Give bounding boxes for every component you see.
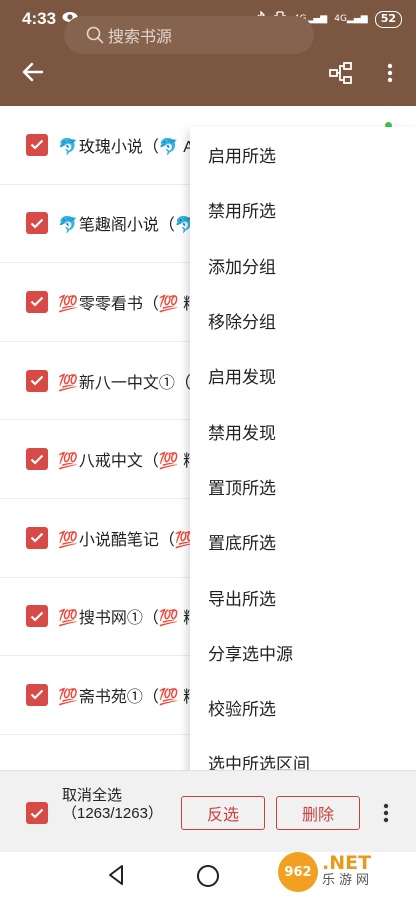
selection-action-menu: 启用所选 禁用所选 添加分组 移除分组 启用发现 禁用发现 置顶所选 置底所选 … [190, 127, 416, 792]
battery-icon: 52 [374, 10, 402, 28]
select-all-checkbox[interactable] [26, 802, 48, 824]
menu-item-add-group[interactable]: 添加分组 [190, 238, 416, 293]
group-button[interactable] [326, 58, 356, 88]
item-label: 💯新八一中文①（💯 [58, 369, 211, 393]
delete-button[interactable]: 删除 [276, 796, 360, 830]
item-checkbox[interactable] [26, 290, 48, 313]
dolphin-icon: 🐬 [58, 138, 78, 156]
item-label: 🐬笔趣阁小说（🐬 [58, 211, 195, 235]
menu-item-enable-selected[interactable]: 启用所选 [190, 127, 416, 182]
item-checkbox[interactable] [26, 526, 48, 549]
menu-item-share-selected[interactable]: 分享选中源 [190, 625, 416, 680]
item-label-text: 八戒中文（💯 精 [78, 453, 200, 471]
check-icon [30, 140, 44, 150]
network-label-2: 4G [334, 13, 347, 24]
hundred-points-icon: 💯 [58, 610, 78, 628]
item-checkbox[interactable] [26, 605, 48, 628]
item-label-text: 斋书苑①（💯 精 [78, 688, 200, 706]
item-checkbox[interactable] [26, 133, 48, 156]
menu-item-export-selected[interactable]: 导出所选 [190, 569, 416, 624]
menu-item-disable-explore[interactable]: 禁用发现 [190, 403, 416, 458]
search-placeholder: 搜索书源 [108, 29, 173, 46]
menu-item-enable-explore[interactable]: 启用发现 [190, 348, 416, 403]
item-label: 💯斋书苑①（💯 精 [58, 683, 199, 707]
check-icon [30, 611, 44, 622]
nav-home-icon[interactable] [197, 865, 219, 887]
back-button[interactable] [11, 50, 55, 94]
item-label: 💯搜书网①（💯 精 [58, 604, 199, 628]
dolphin-icon: 🐬 [58, 217, 78, 235]
watermark-domain: .NET [322, 852, 372, 874]
hundred-points-icon: 💯 [58, 531, 78, 549]
item-checkbox[interactable] [26, 683, 48, 706]
hundred-points-icon: 💯 [58, 453, 78, 471]
site-watermark: 962 .NET 乐游网 [278, 848, 412, 896]
check-icon [30, 454, 44, 465]
item-checkbox[interactable] [26, 369, 48, 392]
hundred-points-icon: 💯 [58, 295, 78, 313]
menu-item-remove-group[interactable]: 移除分组 [190, 293, 416, 348]
item-label-text: 玫瑰小说（🐬 AP [78, 138, 205, 156]
watermark-tagline: 乐游网 [322, 873, 374, 888]
more-menu-button[interactable] [378, 58, 402, 88]
item-label: 💯八戒中文（💯 精 [58, 447, 199, 471]
item-label-text: 笔趣阁小说（🐬 [78, 217, 195, 235]
bar-more-button[interactable] [376, 798, 396, 828]
item-label: 💯零零看书（💯 精 [58, 290, 199, 314]
check-icon [30, 690, 44, 701]
menu-item-move-to-bottom[interactable]: 置底所选 [190, 514, 416, 569]
status-time: 4:33 [22, 9, 57, 28]
more-vertical-icon [383, 803, 389, 823]
invert-selection-button[interactable]: 反选 [181, 796, 265, 830]
menu-item-disable-selected[interactable]: 禁用所选 [190, 182, 416, 237]
item-label-text: 小说酷笔记（💯 [78, 531, 195, 549]
more-vertical-icon [387, 63, 393, 83]
hundred-points-icon: 💯 [58, 374, 78, 392]
check-icon [30, 532, 44, 543]
item-label: 💯小说酷笔记（💯 [58, 526, 195, 550]
hundred-points-icon: 💯 [58, 688, 78, 706]
signal-4g-icon-2: 4G▂▄▆ [334, 13, 368, 24]
check-icon [30, 808, 44, 819]
arrow-left-icon [22, 62, 44, 82]
menu-item-move-to-top[interactable]: 置顶所选 [190, 459, 416, 514]
selection-action-bar: 取消全选（1263/1263） 反选 删除 [0, 770, 416, 852]
nav-back-icon[interactable] [107, 864, 125, 886]
watermark-logo: 962 [278, 852, 318, 892]
item-label-text: 搜书网①（💯 精 [78, 610, 200, 628]
check-icon [30, 297, 44, 308]
tree-group-icon [329, 62, 352, 84]
menu-item-check-selected[interactable]: 校验所选 [190, 680, 416, 735]
item-checkbox[interactable] [26, 448, 48, 471]
item-label-text: 零零看书（💯 精 [78, 295, 200, 313]
check-icon [30, 218, 44, 229]
search-input[interactable]: 搜索书源 [64, 16, 314, 54]
item-label: 🐬玫瑰小说（🐬 AP [58, 133, 205, 157]
item-checkbox[interactable] [26, 212, 48, 235]
select-all-label[interactable]: 取消全选（1263/1263） [62, 787, 172, 823]
search-icon [86, 26, 104, 44]
watermark-text: .NET 乐游网 [322, 854, 373, 890]
check-icon [30, 375, 44, 386]
